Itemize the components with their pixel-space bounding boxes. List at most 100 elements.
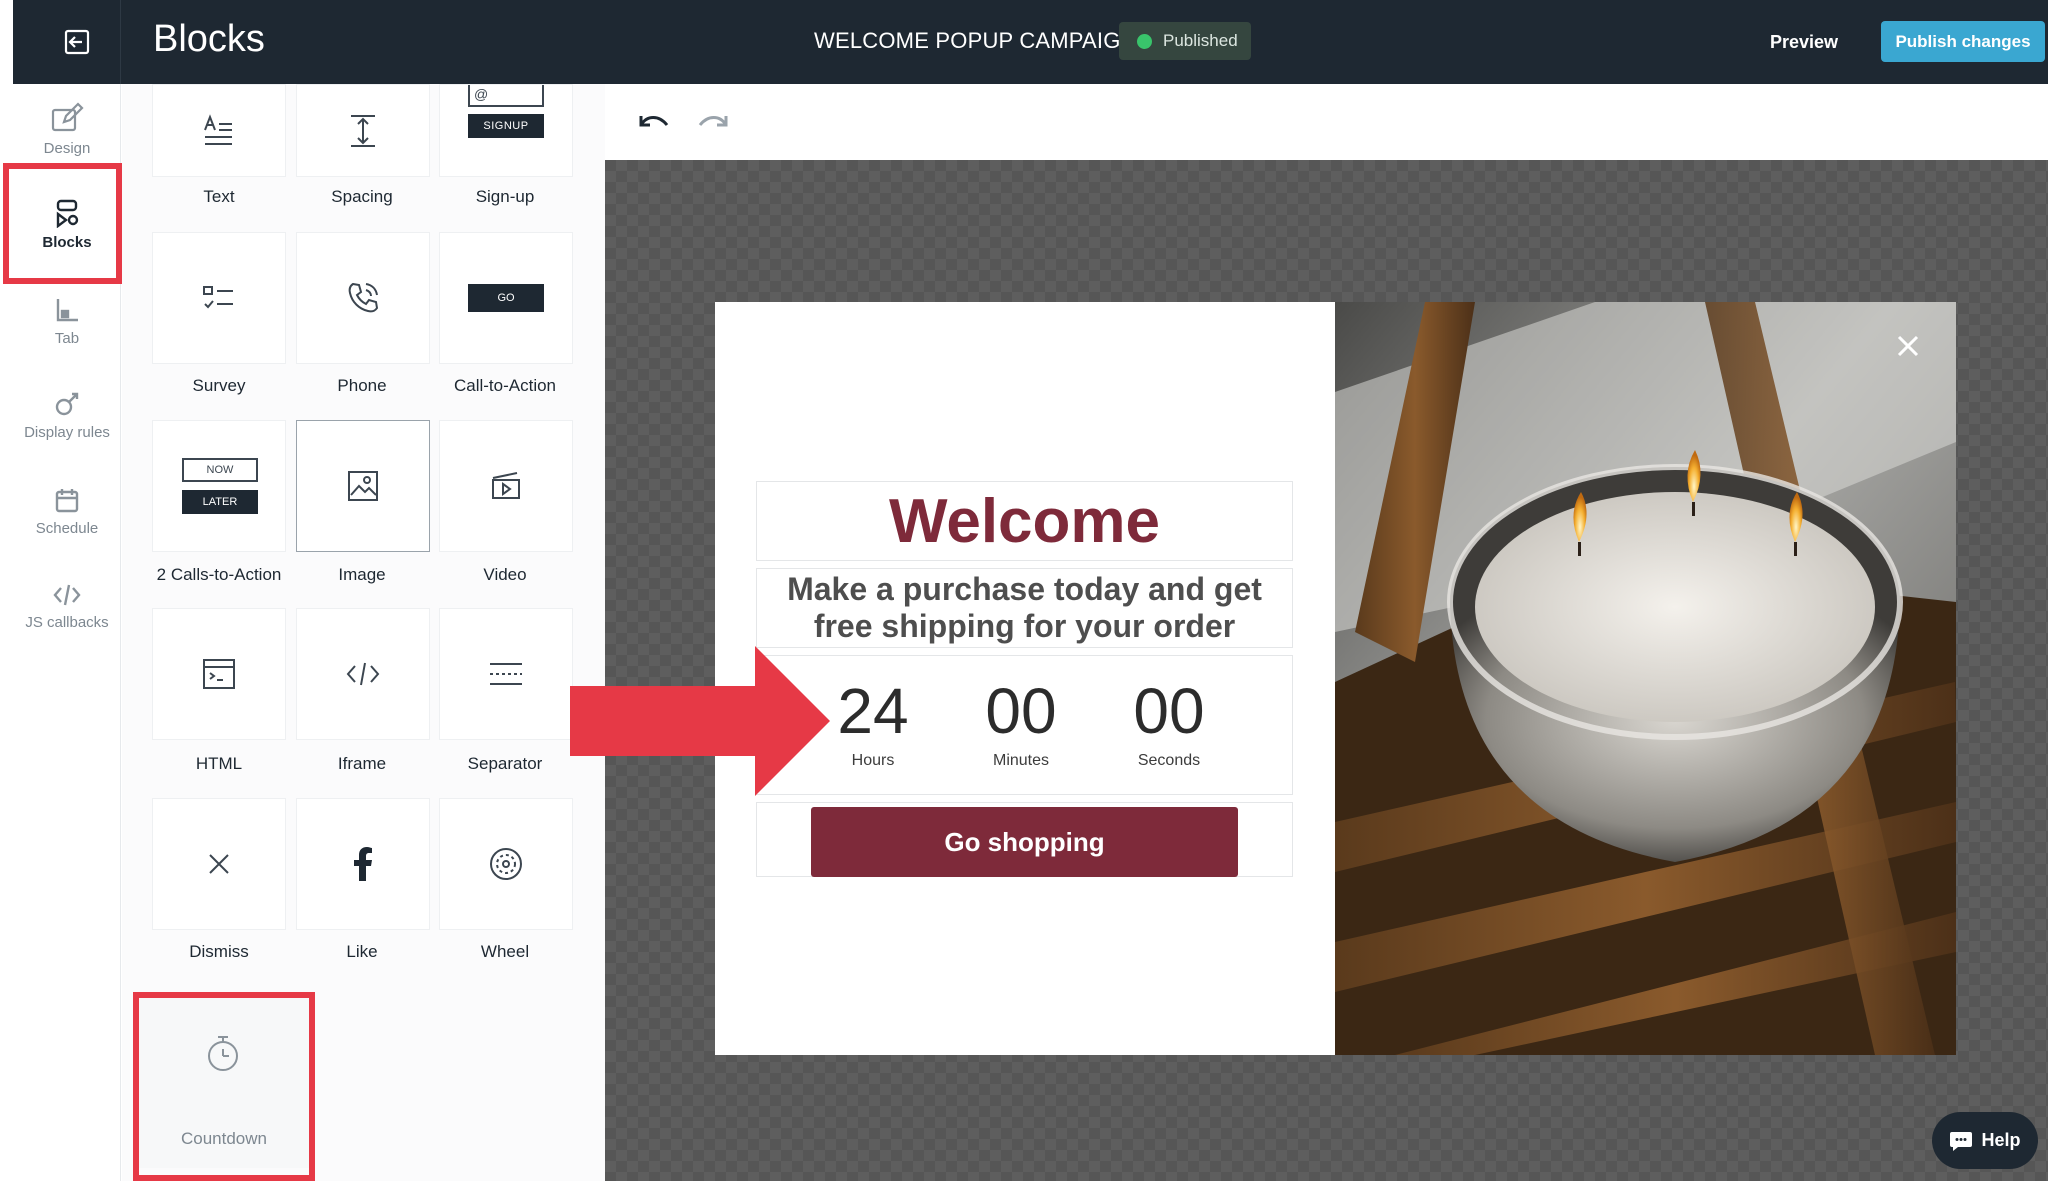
block-html[interactable] [152, 608, 286, 740]
block-label: Image [338, 565, 386, 584]
rail-item-design[interactable]: Design [13, 102, 121, 157]
publish-changes-button[interactable]: Publish changes [1881, 21, 2045, 62]
block-separator[interactable] [439, 608, 573, 740]
popup-heading[interactable]: Welcome [756, 481, 1293, 561]
block-iframe[interactable] [296, 608, 430, 740]
video-icon [492, 472, 520, 499]
block-label: Dismiss [189, 942, 249, 961]
block-label: Sign-up [475, 187, 535, 206]
cta-later-icon: LATER [182, 490, 258, 514]
help-label: Help [1981, 1130, 2021, 1150]
rail-label: Display rules [24, 424, 110, 441]
help-button[interactable]: Help [1932, 1112, 2038, 1169]
display-rules-icon [55, 392, 79, 416]
rail-item-schedule[interactable]: Schedule [13, 486, 121, 537]
chat-icon [1950, 1131, 1973, 1151]
spacing-icon [351, 114, 375, 147]
block-label: Survey [192, 376, 246, 395]
undo-button[interactable] [636, 106, 672, 138]
block-label: Wheel [480, 942, 530, 961]
block-label: Phone [337, 376, 387, 395]
block-sign-up[interactable]: @ SIGNUP [439, 84, 573, 177]
image-icon [348, 471, 378, 501]
rail-item-tab[interactable]: Tab [13, 296, 121, 347]
cta-icon: GO [468, 284, 544, 312]
countdown-value: 00 [985, 675, 1057, 747]
block-label: Video [483, 565, 527, 584]
block-dismiss[interactable] [152, 798, 286, 930]
block-label: Like [346, 942, 378, 961]
countdown-label: Minutes [992, 752, 1050, 769]
block-phone[interactable] [296, 232, 430, 364]
tab-icon [56, 299, 78, 322]
dismiss-icon [209, 854, 229, 874]
countdown-label: Seconds [1137, 752, 1201, 769]
text-icon [204, 113, 232, 145]
rail-label: JS callbacks [25, 614, 109, 631]
sign-up-email-icon: @ [468, 85, 544, 107]
block-label: Separator [467, 754, 543, 773]
go-shopping-button[interactable]: Go shopping [811, 807, 1238, 877]
countdown-minutes: 00 Minutes [946, 678, 1096, 770]
block-label: Text [203, 187, 235, 206]
block-call-to-action[interactable]: GO [439, 232, 573, 364]
redo-icon [698, 116, 728, 127]
countdown-highlight-box [133, 992, 315, 1181]
phone-icon [348, 282, 379, 313]
top-bar: Blocks WELCOME POPUP CAMPAIGN Published … [13, 0, 2048, 84]
rail-label: Design [43, 140, 91, 157]
popup-preview: Welcome Make a purchase today and get fr… [715, 302, 1956, 1055]
block-2-calls-to-action[interactable]: NOW LATER [152, 420, 286, 552]
candle-photo [1335, 302, 1956, 1055]
redo-button[interactable] [695, 106, 731, 138]
close-icon [1897, 335, 1919, 357]
countdown-value: 00 [1133, 675, 1205, 747]
block-wheel[interactable] [439, 798, 573, 930]
html-icon [203, 659, 235, 689]
undo-icon [639, 116, 669, 127]
campaign-title: WELCOME POPUP CAMPAIGN [814, 28, 1137, 53]
block-image[interactable] [296, 420, 430, 552]
blocks-highlight-box [3, 163, 122, 284]
block-survey[interactable] [152, 232, 286, 364]
block-video[interactable] [439, 420, 573, 552]
countdown-seconds: 00 Seconds [1094, 678, 1244, 770]
status-badge: Published [1119, 22, 1251, 60]
rail-item-js-callbacks[interactable]: JS callbacks [13, 582, 121, 631]
editor-toolbar [605, 84, 2048, 160]
rail-label: Schedule [35, 520, 99, 537]
exit-icon [64, 29, 90, 55]
popup-image[interactable] [1335, 302, 1956, 1055]
design-icon [51, 102, 84, 132]
status-label: Published [1163, 31, 1238, 50]
page-title: Blocks [153, 18, 265, 60]
block-like[interactable] [296, 798, 430, 930]
cta-now-icon: NOW [182, 458, 258, 482]
popup-close-button[interactable] [1891, 329, 1925, 363]
popup-subtext[interactable]: Make a purchase today and get free shipp… [756, 568, 1293, 648]
preview-button[interactable]: Preview [1770, 24, 1838, 60]
block-label: Call-to-Action [453, 376, 557, 395]
header-divider [120, 0, 121, 84]
calendar-icon [55, 489, 79, 513]
red-arrow-annotation [570, 646, 830, 796]
block-spacing[interactable] [296, 84, 430, 177]
status-dot-icon [1137, 33, 1152, 49]
block-label: Spacing [331, 187, 393, 206]
countdown-timer[interactable]: 24 Hours 00 Minutes 00 Seconds [756, 655, 1293, 795]
cta-block: Go shopping [756, 802, 1293, 877]
rail-item-display-rules[interactable]: Display rules [13, 390, 121, 441]
block-text[interactable] [152, 84, 286, 177]
separator-icon [490, 663, 522, 685]
survey-icon [203, 286, 233, 309]
sign-up-button-icon: SIGNUP [468, 114, 544, 138]
rail-label: Tab [54, 330, 80, 347]
code-icon [53, 584, 81, 606]
block-label: HTML [195, 754, 243, 773]
facebook-icon [354, 847, 372, 881]
exit-editor-button[interactable] [51, 24, 105, 60]
wheel-icon [490, 848, 522, 880]
block-label: 2 Calls-to-Action [156, 565, 282, 584]
block-label: Iframe [337, 754, 387, 773]
iframe-icon [346, 662, 380, 686]
